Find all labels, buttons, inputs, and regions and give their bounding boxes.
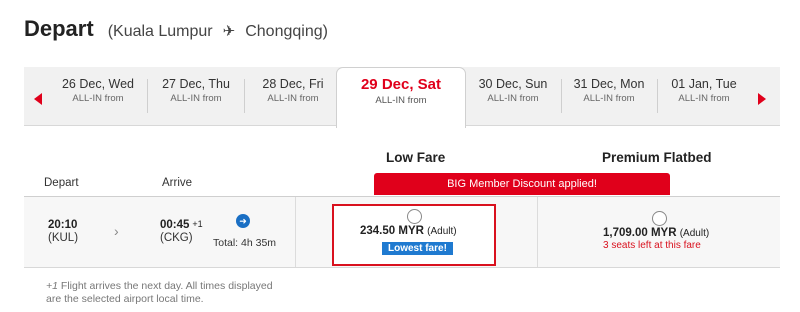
date-tab-30-dec[interactable]: 30 Dec, Sun ALL-IN from bbox=[467, 77, 559, 125]
divider bbox=[561, 79, 562, 113]
arrive-time: 00:45 bbox=[160, 219, 190, 231]
footnote-line-1: +1 Flight arrives the next day. All time… bbox=[46, 280, 273, 293]
next-dates-arrow-icon[interactable] bbox=[758, 93, 766, 105]
date-sub-label: ALL-IN from bbox=[72, 93, 124, 104]
prev-dates-arrow-icon[interactable] bbox=[34, 93, 42, 105]
low-fare-heading: Low Fare bbox=[386, 150, 446, 165]
date-label: 30 Dec, Sun bbox=[478, 77, 548, 91]
footnote: +1 Flight arrives the next day. All time… bbox=[46, 280, 273, 306]
date-sub-label: ALL-IN from bbox=[678, 93, 730, 104]
divider bbox=[147, 79, 148, 113]
date-label: 28 Dec, Fri bbox=[262, 77, 324, 91]
low-fare-price-wrap: 234.50 MYR (Adult) bbox=[360, 225, 457, 237]
arrive-time-wrap: 00:45 +1 bbox=[160, 219, 203, 231]
premium-fare-price: 1,709.00 MYR bbox=[603, 227, 677, 239]
next-day-indicator: +1 bbox=[192, 219, 203, 229]
date-label: 31 Dec, Mon bbox=[573, 77, 645, 91]
flight-row: 20:10 (KUL) › 00:45 +1 (CKG) ➜ Total: 4h … bbox=[24, 197, 780, 268]
plane-icon: ✈ bbox=[222, 23, 236, 40]
page-header: Depart (Kuala Lumpur ✈ Chongqing) bbox=[24, 16, 328, 50]
chevron-right-icon: › bbox=[114, 223, 119, 239]
arrive-column-header: Arrive bbox=[162, 177, 193, 189]
route-label: (Kuala Lumpur ✈ Chongqing) bbox=[108, 22, 328, 41]
date-tab-01-jan[interactable]: 01 Jan, Tue ALL-IN from bbox=[658, 77, 750, 125]
date-selector: 26 Dec, Wed ALL-IN from 27 Dec, Thu ALL-… bbox=[24, 67, 780, 128]
premium-fare-price-wrap: 1,709.00 MYR (Adult) bbox=[603, 227, 709, 239]
arrive-airport-code: (CKG) bbox=[160, 232, 193, 244]
depart-airport-code: (KUL) bbox=[48, 232, 79, 244]
premium-flatbed-heading: Premium Flatbed bbox=[602, 150, 712, 165]
origin-city: (Kuala Lumpur bbox=[107, 23, 213, 40]
date-tab-26-dec[interactable]: 26 Dec, Wed ALL-IN from bbox=[52, 77, 144, 125]
member-discount-banner: BIG Member Discount applied! bbox=[374, 173, 670, 195]
next-day-marker: +1 bbox=[46, 280, 58, 292]
date-tab-31-dec[interactable]: 31 Dec, Mon ALL-IN from bbox=[563, 77, 655, 125]
date-label: 26 Dec, Wed bbox=[61, 77, 135, 91]
total-duration: Total: 4h 35m bbox=[213, 237, 277, 249]
page-title: Depart bbox=[24, 16, 94, 41]
low-fare-price: 234.50 MYR bbox=[360, 225, 424, 237]
seats-left-notice: 3 seats left at this fare bbox=[603, 240, 701, 251]
premium-fare-radio[interactable] bbox=[652, 211, 667, 226]
destination-city: Chongqing) bbox=[245, 23, 328, 40]
date-sub-label: ALL-IN from bbox=[583, 93, 635, 104]
low-fare-radio[interactable] bbox=[407, 209, 422, 224]
passenger-type: (Adult) bbox=[427, 226, 457, 237]
date-sub-label: ALL-IN from bbox=[375, 95, 427, 106]
date-sub-label: ALL-IN from bbox=[267, 93, 319, 104]
depart-time: 20:10 bbox=[48, 219, 78, 231]
passenger-type: (Adult) bbox=[679, 228, 710, 239]
divider bbox=[537, 197, 538, 267]
date-tab-28-dec[interactable]: 28 Dec, Fri ALL-IN from bbox=[247, 77, 339, 125]
date-label: 27 Dec, Thu bbox=[162, 77, 230, 91]
date-tab-27-dec[interactable]: 27 Dec, Thu ALL-IN from bbox=[150, 77, 242, 125]
flight-details-icon[interactable]: ➜ bbox=[236, 214, 250, 228]
footnote-line-2: are the selected airport local time. bbox=[46, 293, 204, 305]
date-sub-label: ALL-IN from bbox=[487, 93, 539, 104]
date-sub-label: ALL-IN from bbox=[170, 93, 222, 104]
date-tab-29-dec-selected[interactable]: 29 Dec, Sat ALL-IN from bbox=[336, 67, 466, 128]
low-fare-option[interactable]: 234.50 MYR (Adult) Lowest fare! bbox=[332, 204, 496, 266]
depart-column-header: Depart bbox=[44, 177, 79, 189]
lowest-fare-badge: Lowest fare! bbox=[382, 242, 453, 255]
divider bbox=[295, 197, 296, 267]
footnote-text: Flight arrives the next day. All times d… bbox=[57, 280, 273, 292]
date-label: 01 Jan, Tue bbox=[671, 77, 737, 91]
divider bbox=[244, 79, 245, 113]
date-label: 29 Dec, Sat bbox=[360, 76, 442, 93]
